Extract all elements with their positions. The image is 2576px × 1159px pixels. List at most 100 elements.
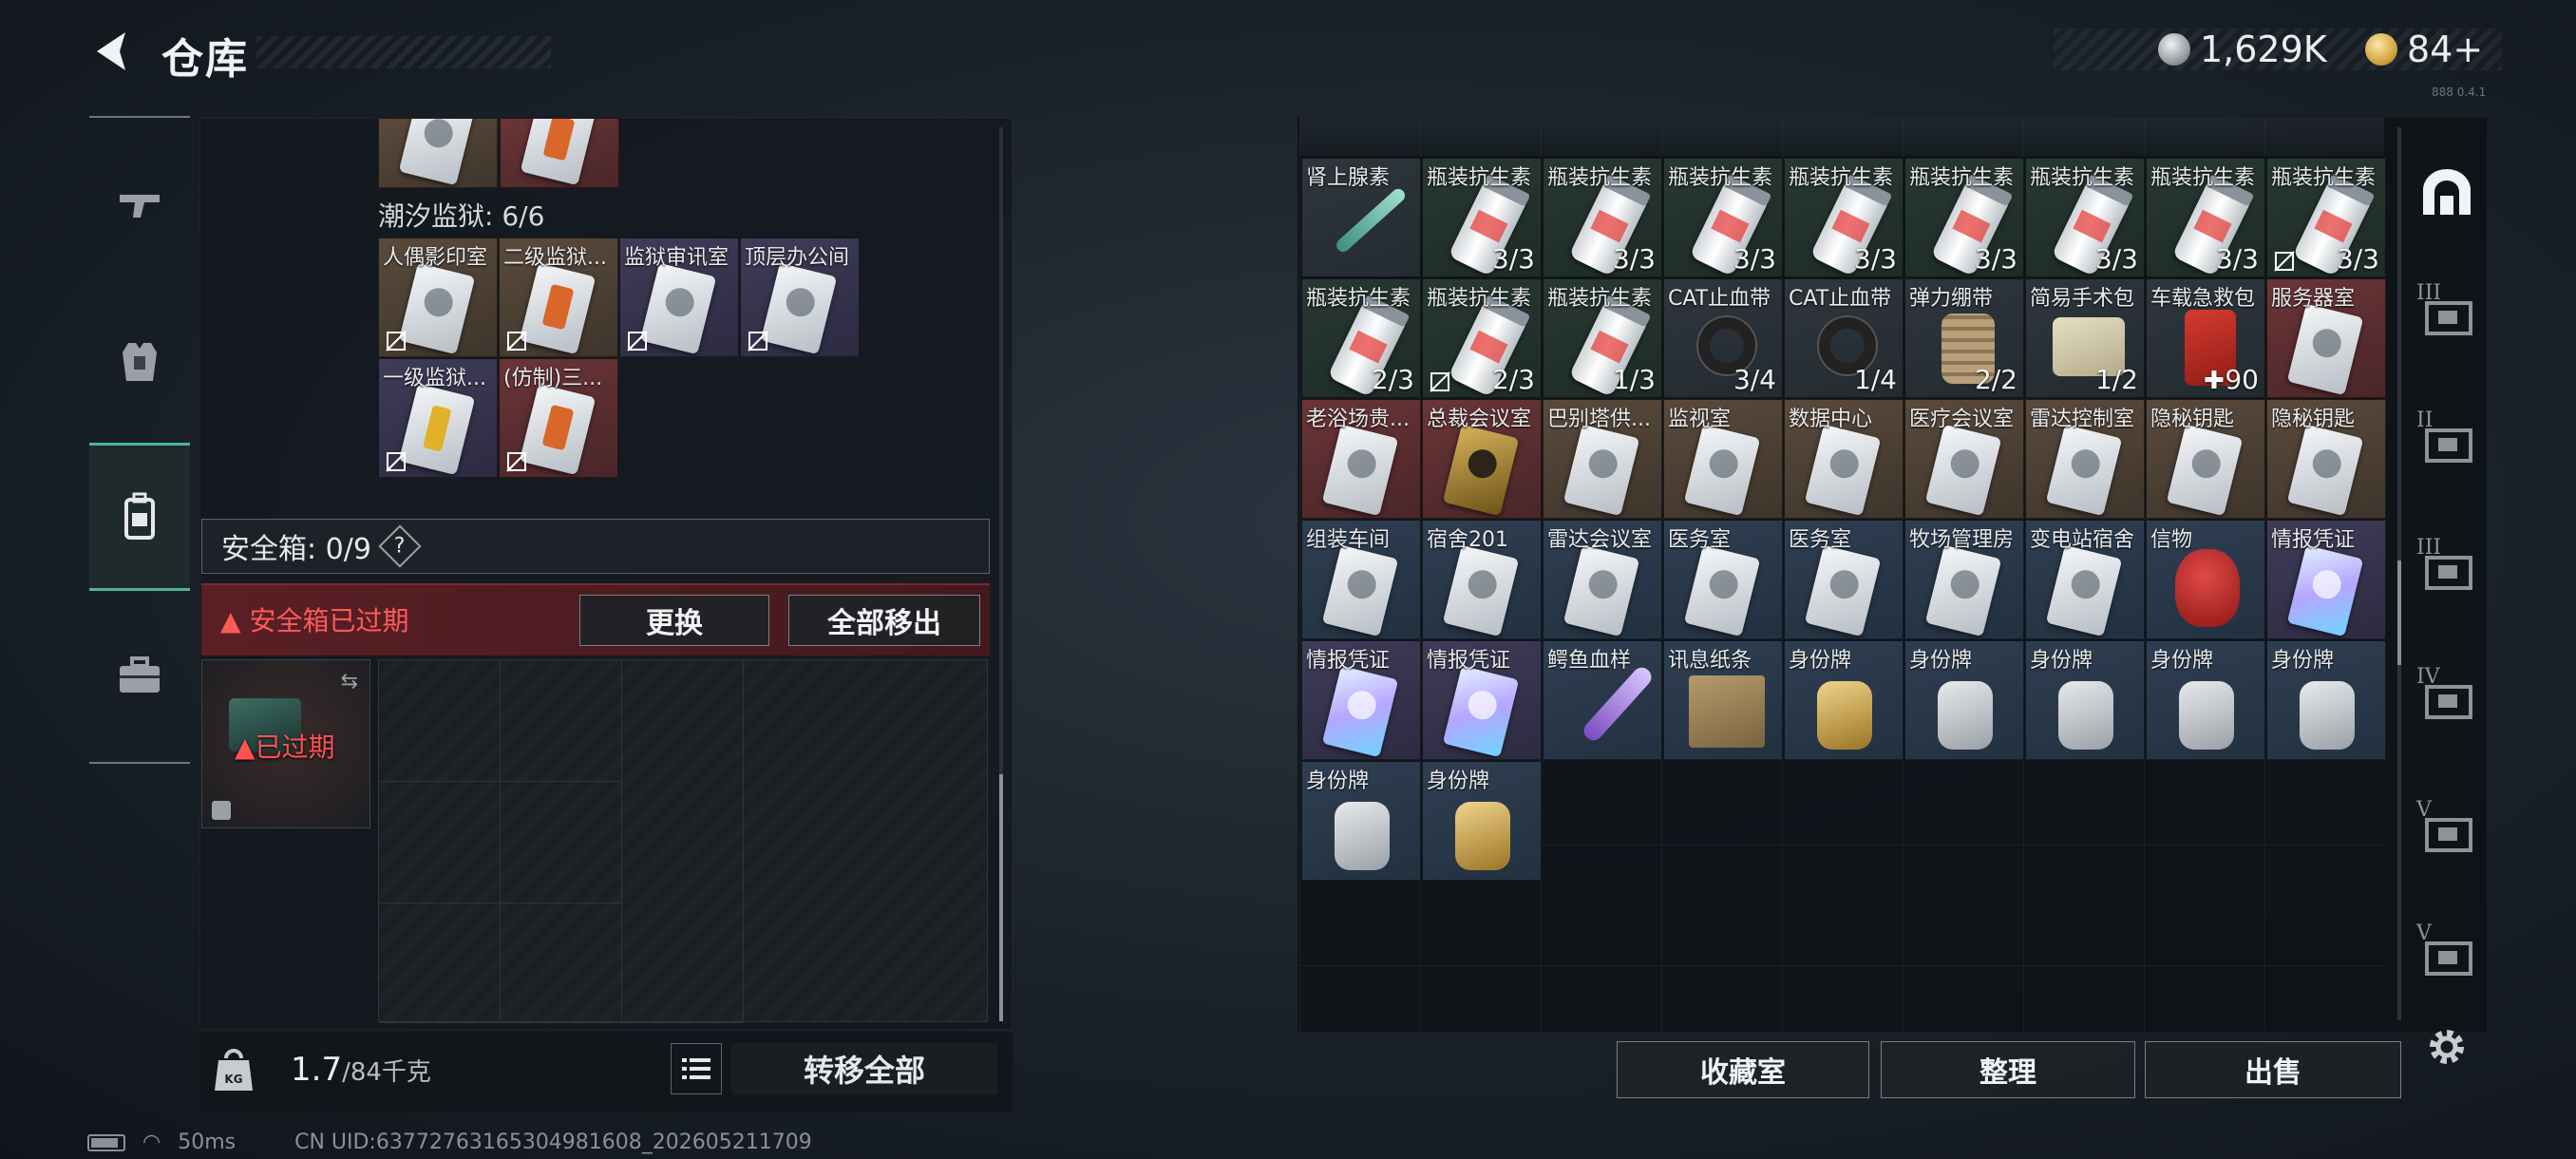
stash-item-cell[interactable]: 瓶装抗生素 3/3 (1784, 158, 1904, 277)
tab-roman-numeral: III (2416, 281, 2442, 305)
settings-button[interactable] (2413, 1013, 2481, 1081)
stash-item-cell[interactable]: 宿舍201 (1422, 520, 1542, 639)
stash-item-cell[interactable]: 情报凭证 (2266, 520, 2386, 639)
item-cell-partial[interactable] (500, 118, 619, 188)
item-label: 瓶装抗生素 (1427, 166, 1532, 190)
collection-room-button[interactable]: 收藏室 (1617, 1041, 1869, 1098)
no-repair-icon (386, 451, 407, 472)
stash-item-cell[interactable]: 组装车间 (1301, 520, 1421, 639)
stash-item-cell[interactable]: 瓶装抗生素 3/3 (1422, 158, 1542, 277)
stash-item-cell[interactable]: 瓶装抗生素 3/3 (2025, 158, 2145, 277)
stash-item-cell[interactable]: 老浴场贵... (1301, 399, 1421, 519)
stash-item-cell[interactable]: 瓶装抗生素 3/3 (1904, 158, 2024, 277)
item-count: 3/3 (1974, 243, 2017, 275)
stash-item-cell[interactable]: 牧场管理房 (1904, 520, 2024, 639)
replace-button[interactable]: 更换 (579, 595, 769, 646)
stash-item-cell[interactable]: 弹力绷带 2/2 (1904, 278, 2024, 398)
stash-item-cell[interactable]: 讯息纸条 (1663, 640, 1783, 760)
stash-tab-5[interactable]: V (2413, 798, 2481, 866)
keycard-cell[interactable]: 人偶影印室 (378, 238, 498, 357)
stash-item-cell[interactable]: 瓶装抗生素 1/3 (1543, 278, 1662, 398)
stash-item-cell[interactable]: 医疗会议室 (1904, 399, 2024, 519)
stash-item-cell[interactable]: 巴别塔供... (1543, 399, 1662, 519)
keycard-cell[interactable]: (仿制)三... (499, 358, 618, 478)
item-label: 身份牌 (1909, 649, 1973, 673)
stash-item-cell[interactable]: 瓶装抗生素 2/3 (1422, 278, 1542, 398)
category-armor[interactable] (89, 310, 190, 414)
keycard-icon (1442, 665, 1520, 758)
stash-item-cell[interactable]: 车载急救包 ✚ 90 (2146, 278, 2265, 398)
item-label: CAT止血带 (1789, 287, 1892, 311)
stash-item-cell[interactable]: 情报凭证 (1422, 640, 1542, 760)
safe-box-slot[interactable]: ▲已过期 ⇆ (201, 659, 370, 828)
stash-tab-6[interactable]: V (2413, 922, 2481, 990)
stash-item-cell[interactable]: 隐秘钥匙 (2266, 399, 2386, 519)
item-label: 变电站宿舍 (2030, 528, 2135, 552)
stash-item-cell[interactable]: 身份牌 (1904, 640, 2024, 760)
back-arrow-icon[interactable] (87, 27, 137, 76)
transfer-all-button[interactable]: 转移全部 (731, 1043, 997, 1094)
stash-item-cell[interactable]: 雷达会议室 (1543, 520, 1662, 639)
stash-item-cell[interactable]: 鳄鱼血样 (1543, 640, 1662, 760)
stash-item-cell[interactable]: 雷达控制室 (2025, 399, 2145, 519)
keycard-cell[interactable]: 一级监狱... (378, 358, 498, 478)
item-count: 3/3 (1612, 243, 1656, 275)
stash-item-cell[interactable]: 监视室 (1663, 399, 1783, 519)
stash-item-cell[interactable]: 总裁会议室 (1422, 399, 1542, 519)
tab-roman-numeral: V (2416, 798, 2432, 822)
stash-item-cell[interactable]: 瓶装抗生素 3/3 (2266, 158, 2386, 277)
keycard-icon (398, 383, 476, 476)
category-weapons[interactable] (89, 152, 190, 256)
keycard-cell[interactable]: 顶层办公间 (740, 238, 860, 357)
stash-tab-4[interactable]: IV (2413, 665, 2481, 733)
stash-item-cell[interactable]: 变电站宿舍 (2025, 520, 2145, 639)
stash-item-cell[interactable]: 医务室 (1663, 520, 1783, 639)
stash-item-cell[interactable]: CAT止血带 1/4 (1784, 278, 1904, 398)
stash-item-cell[interactable]: 服务器室 (2266, 278, 2386, 398)
keycard-cell[interactable]: 二级监狱... (499, 238, 618, 357)
stash-item-cell[interactable]: 信物 (2146, 520, 2265, 639)
stash-item-cell[interactable]: 身份牌 (1301, 761, 1421, 881)
help-icon[interactable]: ? (378, 524, 422, 568)
stash-item-cell[interactable]: 情报凭证 (1301, 640, 1421, 760)
category-backpack[interactable] (89, 443, 190, 591)
list-view-button[interactable] (671, 1043, 722, 1094)
stash-item-cell[interactable]: 简易手术包 1/2 (2025, 278, 2145, 398)
item-count: 3/4 (1733, 364, 1776, 395)
backpack-scroll-thumb[interactable] (999, 774, 1003, 1021)
stash-item-cell[interactable]: 瓶装抗生素 2/3 (1301, 278, 1421, 398)
stash-item-cell[interactable]: 数据中心 (1784, 399, 1904, 519)
sell-button[interactable]: 出售 (2145, 1041, 2401, 1098)
stash-item-cell[interactable]: 身份牌 (1422, 761, 1542, 881)
swap-icon[interactable]: ⇆ (341, 670, 358, 694)
stash-item-cell[interactable]: 身份牌 (2146, 640, 2265, 760)
stash-item-cell[interactable]: 瓶装抗生素 3/3 (1663, 158, 1783, 277)
item-cell-partial[interactable] (378, 118, 498, 188)
item-label: 简易手术包 (2030, 287, 2135, 311)
gold-currency[interactable]: 84+ (2365, 28, 2483, 70)
stash-item-cell[interactable]: 瓶装抗生素 3/3 (2146, 158, 2265, 277)
dog-tag-icon (2179, 681, 2234, 750)
stash-item-cell[interactable]: 肾上腺素 (1301, 158, 1421, 277)
stash-tab-home[interactable] (2413, 158, 2481, 226)
stash-tab-1[interactable]: III (2413, 281, 2481, 350)
keycard-cell[interactable]: 监狱审讯室 (619, 238, 739, 357)
item-label: 瓶装抗生素 (1547, 287, 1653, 311)
stash-item-cell[interactable]: CAT止血带 3/4 (1663, 278, 1783, 398)
stash-item-cell[interactable]: 身份牌 (2025, 640, 2145, 760)
item-label: 讯息纸条 (1668, 649, 1752, 673)
stash-tab-3[interactable]: III (2413, 536, 2481, 604)
stash-item-cell[interactable]: 医务室 (1784, 520, 1904, 639)
stash-item-cell[interactable]: 隐秘钥匙 (2146, 399, 2265, 519)
stash-item-cell[interactable]: 身份牌 (2266, 640, 2386, 760)
stash-item-cell[interactable]: 身份牌 (1784, 640, 1904, 760)
wifi-icon: ◠ (142, 1130, 161, 1154)
item-label: 情报凭证 (1306, 649, 1391, 673)
stash-item-cell[interactable]: 瓶装抗生素 3/3 (1543, 158, 1662, 277)
no-repair-icon (627, 331, 648, 352)
stash-scroll-thumb[interactable] (2397, 560, 2401, 665)
sort-button[interactable]: 整理 (1881, 1041, 2135, 1098)
remove-all-button[interactable]: 全部移出 (788, 595, 980, 646)
stash-tab-2[interactable]: II (2413, 408, 2481, 477)
category-case[interactable] (89, 623, 190, 728)
